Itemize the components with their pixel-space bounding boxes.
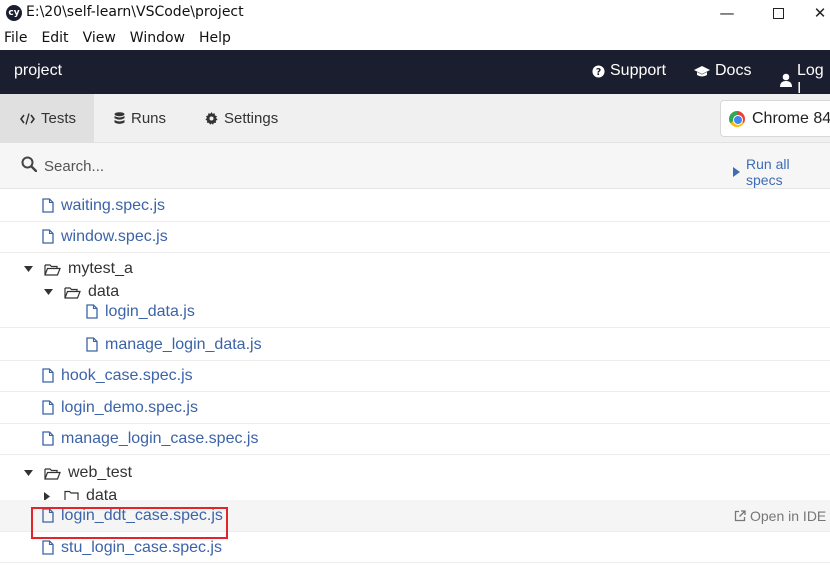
tab-runs-label: Runs [131,110,167,127]
close-icon: ✕ [813,4,827,22]
spec-file-name: manage_login_data.js [105,335,262,353]
run-all-label: Run all specs [746,156,790,188]
file-icon [86,304,98,319]
gear-icon [205,112,218,125]
svg-text:?: ? [596,66,601,77]
login-label: Log I [797,62,824,97]
support-label: Support [610,62,667,79]
spec-file-row[interactable]: window.spec.js [0,221,830,253]
window-title: E:\20\self-learn\VSCode\project [26,4,244,20]
file-icon [42,229,54,244]
menu-edit[interactable]: Edit [41,30,68,46]
spec-file-row[interactable]: login_demo.spec.js [0,392,830,424]
tab-tests-label: Tests [41,110,77,127]
menu-file[interactable]: File [4,30,27,46]
browser-label: Chrome 84 [752,109,830,127]
code-icon [20,112,35,125]
browser-select-button[interactable]: Chrome 84 [720,100,830,137]
nav-tabs: Tests Runs Settings [0,94,830,143]
spec-file-name: login_data.js [105,302,195,320]
graduation-cap-icon [694,65,710,78]
cypress-logo-icon: cy [6,5,22,21]
spec-file-row[interactable]: hook_case.spec.js [0,360,830,392]
question-circle-icon: ? [592,64,605,78]
open-in-ide-label: Open in IDE [750,507,827,524]
docs-link[interactable]: Docs [694,62,751,80]
database-icon [114,112,125,125]
spec-file-name: waiting.spec.js [61,196,166,214]
tab-tests[interactable]: Tests [0,94,94,143]
menu-window[interactable]: Window [130,30,185,46]
project-name: project [14,62,63,79]
highlight-annotation [31,507,228,539]
spec-folder-row[interactable]: web_test [0,462,830,484]
menu-help[interactable]: Help [199,30,231,46]
folder-open-icon [44,467,61,480]
spec-file-row[interactable]: login_data.js [0,296,830,328]
file-icon [42,431,54,446]
file-icon [42,198,54,213]
tab-settings-label: Settings [224,110,279,127]
spec-file-name: hook_case.spec.js [61,366,193,384]
file-icon [42,400,54,415]
spec-file-name: stu_login_case.spec.js [61,538,222,556]
external-link-icon [734,509,746,522]
file-icon [42,368,54,383]
window-titlebar: cy E:\20\self-learn\VSCode\project — ✕ [0,0,830,26]
maximize-icon [772,7,784,19]
app-header: project ? Support Docs Log I [0,50,830,97]
spec-folder-name: mytest_a [68,260,133,277]
spec-file-row[interactable]: manage_login_case.spec.js [0,423,830,455]
menu-view[interactable]: View [83,30,116,46]
open-in-ide-button[interactable]: Open in IDE [734,508,826,524]
support-link[interactable]: ? Support [592,62,666,80]
login-link[interactable]: Log I [780,62,830,98]
spec-folder-row[interactable]: mytest_a [0,258,830,280]
play-icon [733,167,740,177]
caret-down-icon[interactable] [24,266,34,272]
search-bar [0,143,830,189]
run-all-specs-button[interactable]: Run all specs [733,156,830,188]
caret-down-icon[interactable] [44,289,54,295]
spec-file-name: login_demo.spec.js [61,398,198,416]
spec-file-row[interactable]: manage_login_data.js [0,329,830,361]
docs-label: Docs [715,62,752,79]
spec-file-name: window.spec.js [61,227,168,245]
user-icon [780,73,792,87]
file-icon [42,540,54,555]
menu-bar: File Edit View Window Help [0,27,830,49]
search-icon [21,156,38,177]
folder-open-icon [44,263,61,276]
spec-file-row[interactable]: waiting.spec.js [0,190,830,222]
search-input[interactable] [44,155,344,177]
tab-settings[interactable]: Settings [205,94,278,143]
tab-runs[interactable]: Runs [114,94,166,143]
maximize-button[interactable] [755,0,801,26]
spec-folder-name: web_test [68,464,133,481]
minimize-icon: — [719,4,735,22]
minimize-button[interactable]: — [704,0,750,26]
caret-down-icon[interactable] [24,470,34,476]
chrome-icon [729,110,745,127]
close-button[interactable]: ✕ [805,0,830,26]
spec-file-name: manage_login_case.spec.js [61,429,259,447]
file-icon [86,337,98,352]
